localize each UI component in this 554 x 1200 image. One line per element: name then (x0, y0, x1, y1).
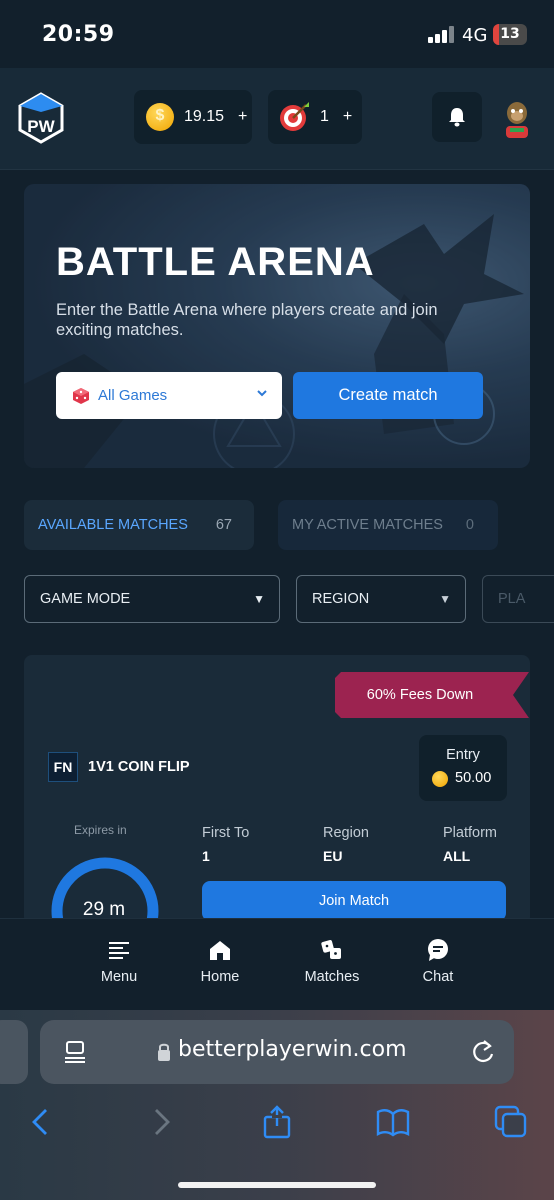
svg-text:PW: PW (27, 117, 55, 136)
first-to-label: First To (202, 825, 250, 841)
chevron-down-icon (257, 390, 267, 397)
home-icon (210, 941, 230, 960)
first-to-value: 1 (202, 848, 210, 864)
nav-label: Menu (100, 969, 138, 985)
reload-icon[interactable] (470, 1038, 496, 1066)
game-mode-label: GAME MODE (40, 591, 131, 607)
platform-info-value: ALL (443, 848, 471, 864)
region-info-value: EU (323, 848, 343, 864)
match-card: 60% Fees Down FN 1V1 COIN FLIP Entry 50.… (24, 655, 530, 925)
platform-info-label: Platform (443, 825, 497, 841)
add-targets-icon: + (342, 108, 353, 125)
create-match-button[interactable]: Create match (293, 372, 483, 419)
address-bar[interactable]: betterplayerwin.com (40, 1020, 514, 1084)
tab-available-matches[interactable]: AVAILABLE MATCHES 67 (24, 500, 254, 550)
battery-level: 13 (500, 26, 520, 42)
add-coins-icon: + (238, 108, 248, 125)
status-bar: 20:59 4G 13 (0, 0, 554, 68)
dropdown-arrow-icon: ▼ (253, 592, 265, 606)
nav-menu[interactable]: Menu (79, 939, 159, 985)
bell-icon (449, 108, 465, 127)
target-balance: 1 (320, 108, 329, 125)
page-subtitle: Enter the Battle Arena where players cre… (56, 301, 438, 339)
lock-icon (158, 1043, 170, 1061)
nav-matches[interactable]: Matches (292, 939, 372, 985)
entry-value: 50.00 (455, 770, 492, 786)
tab-label: MY ACTIVE MATCHES (292, 517, 443, 533)
dice-icon (73, 387, 89, 404)
tab-my-active-matches[interactable]: MY ACTIVE MATCHES 0 (278, 500, 498, 550)
share-icon[interactable] (260, 1105, 294, 1139)
coin-icon (146, 103, 174, 131)
coin-icon (432, 771, 448, 787)
target-balance-button[interactable]: 1 + (268, 90, 362, 144)
tab-count: 0 (465, 517, 474, 533)
tabs-icon[interactable] (494, 1105, 528, 1139)
dice-icon (321, 940, 341, 959)
page-menu-icon[interactable] (64, 1040, 86, 1064)
coin-balance-button[interactable]: 19.15 + (134, 90, 252, 144)
network-type: 4G (462, 25, 488, 46)
back-icon[interactable] (24, 1105, 58, 1139)
bottom-nav: Menu Home Matches Chat (0, 918, 554, 1010)
match-game-name: 1V1 COIN FLIP (88, 759, 190, 775)
tab-label: AVAILABLE MATCHES (38, 517, 188, 533)
expires-label: Expires in (74, 823, 127, 837)
region-dropdown[interactable]: REGION ▼ (296, 575, 466, 623)
entry-label: Entry (446, 747, 480, 763)
coin-balance: 19.15 (184, 108, 225, 125)
page-title: BATTLE ARENA (56, 240, 375, 284)
join-match-button[interactable]: Join Match (202, 881, 506, 921)
browser-toolbar: betterplayerwin.com (0, 1010, 554, 1200)
bookmarks-icon[interactable] (376, 1105, 410, 1139)
avatar[interactable] (500, 98, 534, 138)
home-indicator[interactable] (178, 1182, 376, 1188)
dropdown-arrow-icon: ▼ (439, 592, 451, 606)
entry-fee-box: Entry 50.00 (419, 735, 507, 801)
region-label: REGION (312, 591, 370, 607)
battle-arena-hero: BATTLE ARENA Enter the Battle Arena wher… (24, 184, 530, 468)
game-mode-dropdown[interactable]: GAME MODE ▼ (24, 575, 280, 623)
app-header: PW 19.15 + 1 + (0, 68, 554, 170)
chat-icon (428, 939, 448, 961)
nav-label: Matches (304, 969, 360, 985)
menu-icon (109, 942, 129, 959)
notifications-button[interactable] (432, 92, 482, 142)
target-icon (280, 102, 309, 131)
battery-icon: 13 (493, 24, 527, 45)
previous-tab-preview[interactable] (0, 1020, 28, 1084)
platform-label: PLA (498, 591, 526, 607)
nav-chat[interactable]: Chat (398, 939, 478, 985)
cellular-signal-icon (428, 26, 454, 43)
pw-logo-icon[interactable]: PW (18, 92, 64, 144)
status-time: 20:59 (42, 22, 115, 47)
game-filter-value: All Games (98, 387, 168, 404)
forward-icon[interactable] (144, 1105, 178, 1139)
nav-label: Chat (422, 969, 454, 985)
region-info-label: Region (323, 825, 369, 841)
fortnite-logo-icon: FN (48, 752, 78, 782)
fees-ribbon-label: 60% Fees Down (366, 687, 474, 703)
game-filter-select[interactable]: All Games (56, 372, 282, 419)
nav-label: Home (200, 969, 240, 985)
platform-dropdown[interactable]: PLA (482, 575, 554, 623)
url-text: betterplayerwin.com (178, 1037, 407, 1062)
nav-home[interactable]: Home (180, 939, 260, 985)
tab-count: 67 (215, 517, 232, 533)
